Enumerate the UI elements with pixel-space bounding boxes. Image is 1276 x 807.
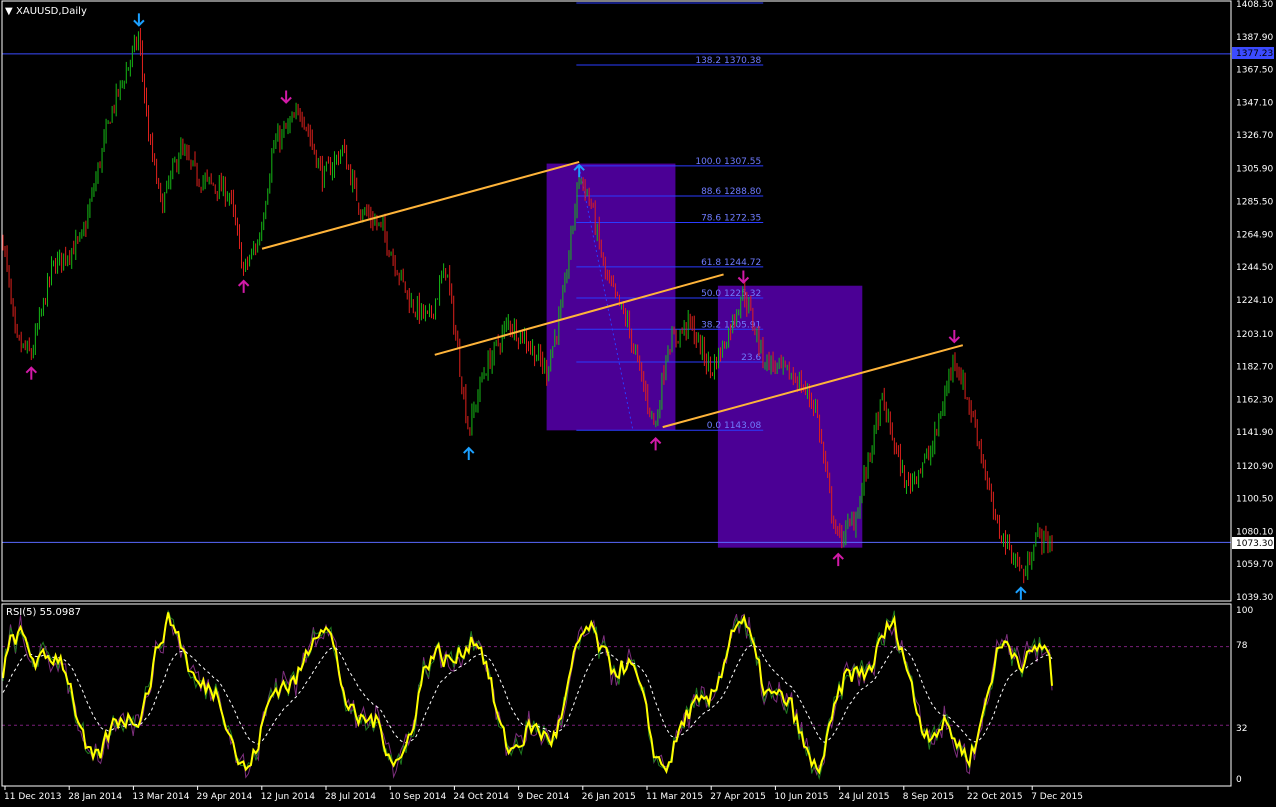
price-tick-label: 1182.70 (1236, 363, 1273, 373)
time-tick-label: 13 Mar 2014 (132, 792, 189, 802)
price-tick-label: 1039.30 (1236, 593, 1273, 603)
fib-level-label: 78.6 1272.35 (701, 213, 761, 223)
price-tick-label: 1367.50 (1236, 66, 1273, 76)
fib-level-label: 61.8 1244.72 (701, 258, 761, 268)
time-tick-label: 10 Sep 2014 (389, 792, 446, 802)
fib-level-label: 138.2 1370.38 (695, 56, 761, 66)
rsi-tick-100: 100 (1236, 606, 1253, 616)
price-tick-label: 1285.50 (1236, 197, 1273, 207)
rsi-tick-32: 32 (1236, 724, 1247, 734)
price-tick-label: 1203.10 (1236, 330, 1273, 340)
fib-level-label: 23.6 (741, 353, 761, 363)
price-tick-label: 1326.70 (1236, 131, 1273, 141)
price-tick-label: 1162.30 (1236, 395, 1273, 405)
time-tick-label: 8 Sep 2015 (903, 792, 954, 802)
price-tick-label: 1408.30 (1236, 0, 1273, 10)
upper-price-label: 1377.23 (1236, 49, 1273, 59)
rsi-label: RSI(5) 55.0987 (6, 607, 81, 618)
time-tick-label: 7 Dec 2015 (1031, 792, 1083, 802)
time-tick-label: 29 Apr 2014 (197, 792, 253, 802)
time-tick-label: 12 Jun 2014 (261, 792, 315, 802)
time-tick-label: 11 Mar 2015 (646, 792, 703, 802)
chart-canvas[interactable]: 138.2 1370.38 100.0 1307.55 88.6 1288.80 78… (0, 0, 1276, 807)
time-tick-label: 28 Jan 2014 (68, 792, 122, 802)
fib-level-label: 50.0 1225.32 (701, 289, 761, 299)
time-tick-label: 10 Jun 2015 (774, 792, 828, 802)
price-tick-label: 1059.70 (1236, 560, 1273, 570)
zone-rectangle (546, 163, 676, 431)
time-tick-label: 26 Jan 2015 (582, 792, 636, 802)
time-tick-label: 24 Jul 2015 (839, 792, 890, 802)
symbol-menu-icon[interactable]: ▼ (5, 6, 13, 17)
price-tick-label: 1224.10 (1236, 296, 1273, 306)
time-tick-label: 9 Dec 2014 (518, 792, 570, 802)
time-tick-label: 28 Jul 2014 (325, 792, 376, 802)
rsi-tick-78: 78 (1236, 641, 1248, 651)
price-tick-label: 1120.90 (1236, 462, 1273, 472)
chart-title: XAUUSD,Daily (16, 6, 87, 17)
rsi-tick-0: 0 (1236, 775, 1242, 785)
price-tick-label: 1141.90 (1236, 428, 1273, 438)
time-tick-label: 11 Dec 2013 (4, 792, 62, 802)
fib-level-label: 0.0 1143.08 (707, 421, 762, 431)
time-tick-label: 24 Oct 2014 (453, 792, 509, 802)
time-tick-label: 22 Oct 2015 (967, 792, 1023, 802)
price-tick-label: 1387.90 (1236, 33, 1273, 43)
price-tick-label: 1100.50 (1236, 495, 1273, 505)
time-tick-label: 27 Apr 2015 (710, 792, 766, 802)
fib-level-label: 100.0 1307.55 (695, 157, 761, 167)
price-tick-label: 1305.90 (1236, 165, 1273, 175)
price-tick-label: 1264.90 (1236, 230, 1273, 240)
price-tick-label: 1244.50 (1236, 263, 1273, 273)
price-tick-label: 1347.10 (1236, 98, 1273, 108)
price-tick-label: 1080.10 (1236, 527, 1273, 537)
current-price-label: 1073.30 (1236, 539, 1273, 549)
fib-level-label: 88.6 1288.80 (701, 187, 761, 197)
fib-level-label: 38.2 1205.91 (701, 320, 761, 330)
